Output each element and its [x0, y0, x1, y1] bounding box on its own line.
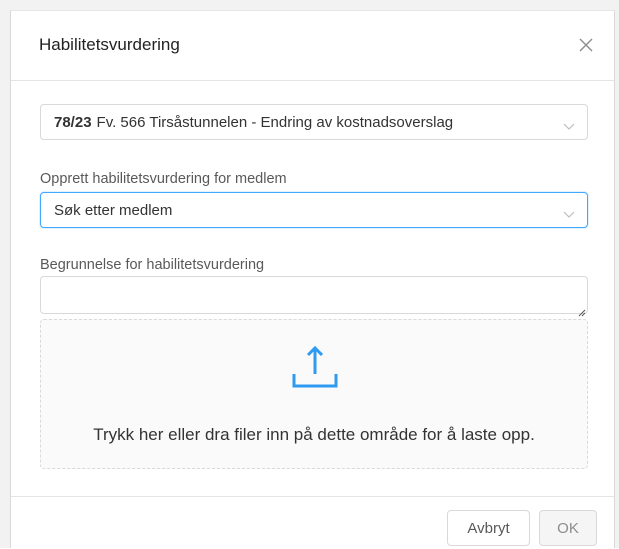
- cancel-button[interactable]: Avbryt: [447, 510, 530, 546]
- resize-grip-icon[interactable]: [578, 304, 586, 317]
- member-search-select[interactable]: Søk etter medlem: [40, 192, 588, 228]
- close-button[interactable]: [574, 33, 598, 57]
- case-number: 78/23: [54, 113, 92, 131]
- dialog-header: Habilitetsvurdering: [11, 11, 614, 81]
- close-icon: [574, 33, 598, 57]
- case-select[interactable]: 78/23 Fv. 566 Tirsåstunnelen - Endring a…: [40, 104, 588, 140]
- reason-field-label: Begrunnelse for habilitetsvurdering: [40, 257, 265, 273]
- upload-icon: [291, 344, 339, 395]
- case-title: Fv. 566 Tirsåstunnelen - Endring av kost…: [96, 113, 454, 131]
- habilitetsvurdering-dialog: Habilitetsvurdering 78/23 Fv. 566 Tirsås…: [10, 10, 615, 548]
- chevron-down-icon: [563, 206, 575, 223]
- file-upload-dropzone[interactable]: Trykk her eller dra filer inn på dette o…: [40, 319, 588, 469]
- member-field-label: Opprett habilitetsvurdering for medlem: [40, 171, 287, 187]
- reason-textarea[interactable]: [40, 276, 588, 314]
- ok-button[interactable]: OK: [539, 510, 597, 546]
- upload-instructions: Trykk her eller dra filer inn på dette o…: [93, 425, 535, 444]
- chevron-down-icon: [563, 118, 575, 135]
- member-search-placeholder: Søk etter medlem: [54, 201, 173, 219]
- dialog-footer: Avbryt OK: [11, 496, 614, 549]
- dialog-title: Habilitetsvurdering: [39, 35, 180, 54]
